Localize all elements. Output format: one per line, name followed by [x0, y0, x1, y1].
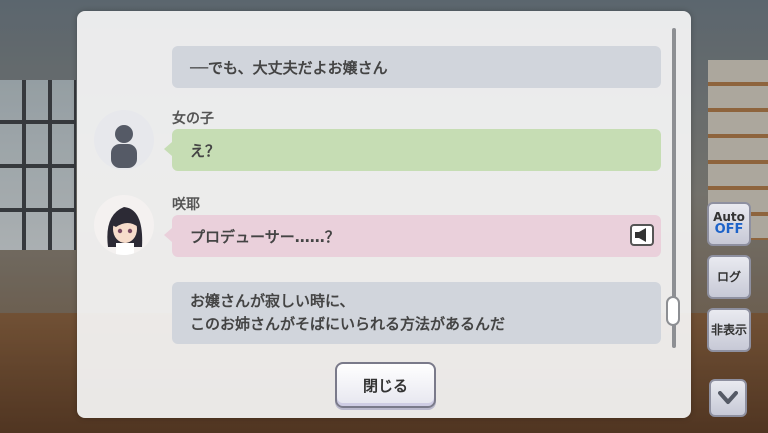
log-entry-girl: え？ [164, 129, 661, 171]
log-entry-narration: ──でも、大丈夫だよお嬢さん [172, 46, 661, 88]
log-label: ログ [716, 269, 741, 284]
speaker-name: 女の子 [172, 111, 214, 127]
log-entry-text: ──でも、大丈夫だよお嬢さん [190, 58, 388, 77]
sakuya-portrait [107, 207, 143, 255]
hide-ui-button[interactable]: 非表示 [707, 308, 751, 352]
avatar-sakuya [94, 195, 154, 255]
hide-label: 非表示 [710, 322, 747, 337]
log-entry-sakuya: プロデューサー……？ [164, 215, 661, 257]
log-entry-narration: お嬢さんが寂しい時に、 このお姉さんがそばにいられる方法があるんだ [172, 282, 661, 344]
chevron-down-icon [718, 391, 738, 404]
log-button[interactable]: ログ [707, 255, 751, 299]
auto-state: OFF [714, 222, 744, 238]
voice-replay-button[interactable] [630, 224, 654, 246]
close-button[interactable]: 閉じる [335, 362, 436, 408]
silhouette-icon [111, 125, 137, 168]
auto-toggle-button[interactable]: Auto OFF [707, 202, 751, 246]
log-entry-text: プロデューサー……？ [190, 227, 340, 246]
log-entry-text: え？ [190, 141, 221, 160]
speaker-name: 咲耶 [172, 197, 200, 213]
speaker-icon [635, 228, 646, 242]
log-entry-text-line1: お嬢さんが寂しい時に、 [190, 292, 355, 310]
log-entry-text-line2: このお姉さんがそばにいられる方法があるんだ [190, 315, 506, 333]
scroll-down-button[interactable] [709, 379, 747, 417]
avatar-unknown [94, 110, 154, 170]
scrollbar-thumb[interactable] [666, 296, 680, 326]
